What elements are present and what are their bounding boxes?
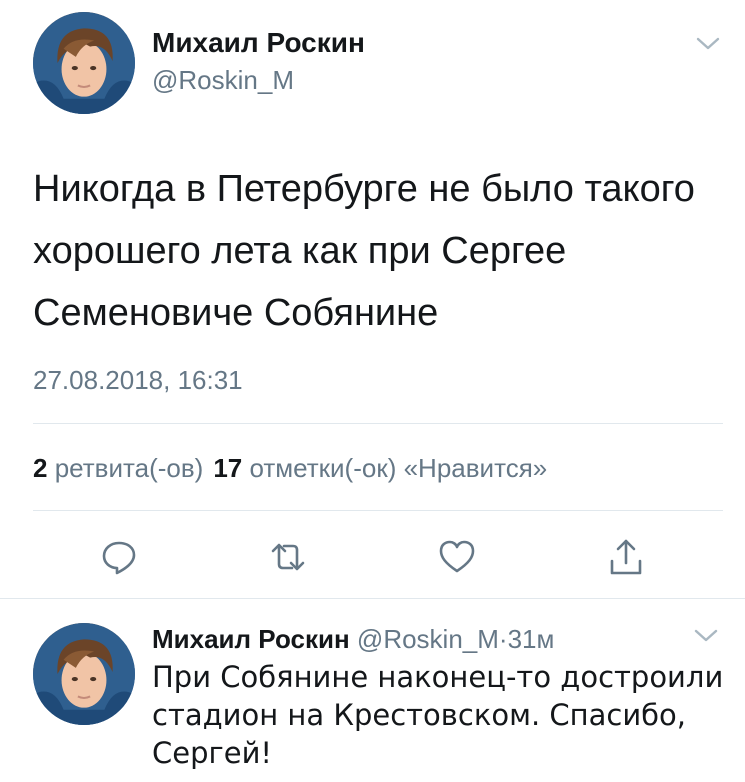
reply-author-handle[interactable]: @Roskin_M [357,624,499,654]
reply-button[interactable] [97,535,141,579]
likes-label: отметки(-ок) «Нравится» [249,453,548,483]
tweet-text: Никогда в Петербурге не было такого хоро… [33,168,695,334]
tweet-timestamp: 27.08.2018, 16:31 [33,365,243,395]
like-button[interactable] [435,535,479,579]
author-handle[interactable]: @Roskin_M [152,65,294,96]
divider [33,510,723,511]
avatar-photo [33,12,135,114]
author-avatar[interactable] [33,12,135,114]
chevron-down-icon[interactable] [695,34,721,52]
tweet-stats: 2 ретвита(-ов) 17 отметки(-ок) «Нравится» [33,453,547,484]
reply-text: При Собянине наконец-то достроили стадио… [152,660,724,770]
retweet-button[interactable] [266,535,310,579]
share-icon [610,539,642,575]
reply-author-name[interactable]: Михаил Роскин [152,624,350,654]
author-name[interactable]: Михаил Роскин [152,27,365,59]
divider [0,598,745,599]
retweet-icon [271,543,305,571]
share-button[interactable] [604,535,648,579]
heart-icon [439,540,475,573]
likes-count: 17 [213,453,243,483]
main-tweet: Михаил Роскин @Roskin_M Никогда в Петерб… [0,0,745,600]
avatar-photo [33,623,135,725]
retweets-stat[interactable]: 2 ретвита(-ов) [33,453,203,483]
retweets-label: ретвита(-ов) [54,453,204,483]
likes-stat[interactable]: 17 отметки(-ок) «Нравится» [213,453,547,483]
reply-separator: · [498,624,508,654]
reply-author-avatar[interactable] [33,623,135,725]
chevron-down-icon[interactable] [693,626,719,644]
reply-time-ago: 31м [507,624,555,654]
reply-header: Михаил Роскин @Roskin_M·31м [152,624,554,655]
divider [33,423,723,424]
reply-icon [102,541,136,575]
retweets-count: 2 [33,453,48,483]
